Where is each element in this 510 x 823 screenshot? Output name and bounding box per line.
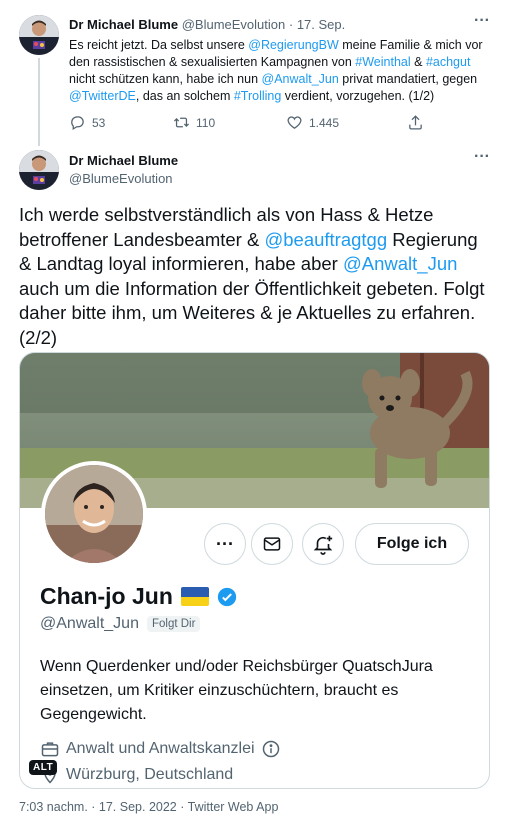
author-avatar[interactable] — [19, 150, 59, 190]
author-avatar[interactable] — [19, 15, 59, 55]
tweet-text-segment: auch um die Information der Öffentlichke… — [19, 277, 485, 348]
profile-category: Anwalt und Anwaltskanzlei — [40, 739, 281, 759]
alt-text-badge[interactable]: ALT — [29, 760, 58, 775]
tweet-link[interactable]: @TwitterDE — [69, 89, 136, 103]
profile-avatar — [41, 461, 147, 567]
tweet-actions: 53 110 1.445 — [69, 114, 429, 134]
tweet-header: Dr Michael Blume @BlumeEvolution · 17. S… — [69, 17, 345, 32]
tweet-text-segment: privat mandatiert, gegen — [338, 72, 478, 86]
heart-icon — [287, 116, 302, 129]
more-horizontal-icon: ··· — [216, 534, 234, 554]
info-icon — [262, 740, 279, 758]
tweet-text-segment: verdient, vorzugehen. (1/2) — [281, 89, 435, 103]
author-handle[interactable]: @BlumeEvolution — [182, 17, 286, 32]
follows-you-badge: Folgt Dir — [146, 616, 201, 632]
briefcase-icon — [41, 742, 59, 757]
retweet-count: 110 — [196, 115, 216, 130]
tweet-link[interactable]: @beauftragtgg — [264, 229, 387, 250]
reply-icon — [71, 116, 84, 131]
notify-button[interactable] — [302, 523, 344, 565]
tweet-link[interactable]: @Anwalt_Jun — [343, 253, 457, 274]
like-count: 1.445 — [309, 115, 340, 130]
profile-name: Chan-jo Jun — [40, 583, 173, 609]
profile-location: Würzburg, Deutschland — [40, 765, 233, 785]
profile-category-text: Anwalt und Anwaltskanzlei — [66, 740, 255, 757]
tweet-link[interactable]: @Anwalt_Jun — [262, 72, 339, 86]
reply-count: 53 — [92, 115, 106, 130]
attached-image-profile-card[interactable]: ··· Folge ich Chan-jo Jun @Anwalt_Jun Fo… — [19, 352, 490, 789]
more-horizontal-icon[interactable]: ··· — [472, 149, 492, 170]
bell-plus-icon — [313, 535, 333, 555]
tweet-text: Ich werde selbstverständlich als von Has… — [19, 203, 494, 350]
profile-bio: Wenn Querdenker und/oder Reichsbürger Qu… — [40, 658, 433, 723]
tweet-link[interactable]: @RegierungBW — [248, 38, 339, 52]
reply-button[interactable]: 53 — [69, 114, 105, 131]
profile-location-text: Würzburg, Deutschland — [66, 766, 234, 783]
like-button[interactable]: 1.445 — [286, 114, 339, 131]
profile-more-button[interactable]: ··· — [204, 523, 246, 565]
author-name[interactable]: Dr Michael Blume — [69, 17, 178, 32]
header-separator: · — [285, 17, 297, 32]
parent-tweet[interactable]: Dr Michael Blume @BlumeEvolution · 17. S… — [0, 0, 510, 146]
tweet-text-segment: & — [410, 55, 426, 69]
author-name[interactable]: Dr Michael Blume — [69, 153, 178, 168]
message-button[interactable] — [251, 523, 293, 565]
tweet-text-segment: Es reicht jetzt. Da selbst unsere — [69, 38, 249, 52]
profile-handle-row: @Anwalt_Jun Folgt Dir — [40, 615, 201, 633]
more-horizontal-icon[interactable]: ··· — [472, 13, 492, 34]
tweet-link[interactable]: #achgut — [426, 55, 470, 69]
tweet-text: Es reicht jetzt. Da selbst unsere @Regie… — [69, 37, 489, 105]
tweet-text-segment: nicht schützen kann, habe ich nun — [69, 72, 262, 86]
tweet-text-segment: , das an solchem — [135, 89, 234, 103]
tweet-link[interactable]: #Weinthal — [355, 55, 410, 69]
profile-handle: @Anwalt_Jun — [40, 615, 139, 632]
following-button[interactable]: Folge ich — [355, 523, 469, 565]
author-handle[interactable]: @BlumeEvolution — [69, 171, 173, 186]
retweet-button[interactable]: 110 — [173, 114, 215, 131]
share-icon — [409, 115, 422, 130]
share-button[interactable] — [407, 114, 424, 131]
tweet-timestamp[interactable]: 7:03 nachm. · 17. Sep. 2022 · Twitter We… — [19, 800, 278, 814]
retweet-icon — [173, 117, 190, 128]
tweet-date[interactable]: 17. Sep. — [297, 17, 345, 32]
ukraine-flag-icon — [180, 587, 209, 606]
tweet-link[interactable]: #Trolling — [234, 89, 281, 103]
envelope-icon — [263, 537, 281, 551]
profile-name-row: Chan-jo Jun — [40, 583, 237, 610]
thread-connector-line — [38, 58, 40, 146]
verified-badge-icon — [217, 587, 237, 606]
